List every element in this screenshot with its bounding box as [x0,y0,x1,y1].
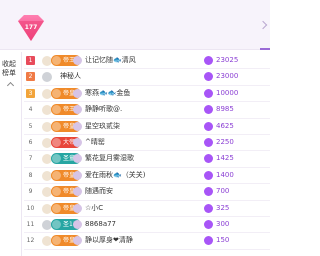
contribution-value: 23000 [204,71,238,82]
contribution-value: 8985 [204,104,234,115]
tab-underline [260,48,270,50]
user-avatar [73,219,82,229]
user-avatar [73,121,82,131]
user-name: 随遇而安 [85,187,113,196]
user-name: 繁花复月雾湿歌 [85,154,134,163]
user-name: ^晴罂 [85,137,105,146]
ranking-row[interactable]: 7 圣童 繁花复月雾湿歌 1425 [24,151,270,168]
contribution-value: 700 [204,186,229,197]
user-avatar [73,56,82,65]
ranking-row[interactable]: 4 帝王 静静听歌@. 8985 [24,102,270,119]
rank-number: 2 [26,72,35,82]
user-name: 让记忆随🐟清风 [85,56,136,64]
user-avatar [73,105,82,115]
user-name: 星空玖贰柒 [85,121,120,130]
chevron-right-icon[interactable] [258,20,268,30]
rank-number: 6 [26,137,35,147]
contribution-value: 1400 [204,170,234,181]
ranking-row[interactable]: 2 神秘人 23000 [24,69,270,86]
user-name: ☆小C [85,203,104,212]
ranking-row[interactable]: 6 大帝 ^晴罂 2250 [24,135,270,152]
user-avatar [73,88,82,98]
user-name: 8868a77 [85,219,117,228]
top-bar: 177 [0,0,270,50]
contribution-value: 10000 [204,88,238,99]
rank-number: 10 [26,203,35,213]
ranking-row[interactable]: 3 帝皇 寒燕🐟🐟金鱼 10000 [24,86,270,103]
ranking-row[interactable]: 8 帝皇 爱在雨秋🐟（关关) 1400 [24,168,270,185]
rank-number: 11 [26,219,35,229]
ranking-row[interactable]: 5 帝皇 星空玖贰柒 4625 [24,119,270,135]
ranking-row[interactable]: 9 帝皇 随遇而安 700 [24,184,270,201]
user-avatar [73,137,82,147]
contribution-value: 150 [204,235,229,246]
user-name: 寒燕🐟🐟金鱼 [85,88,131,97]
user-name: 静以厚身❤清静 [85,236,133,245]
rank-number: 4 [26,105,35,115]
user-name: 静静听歌@. [85,105,123,114]
contribution-value: 2250 [204,137,234,148]
collapse-ranking-button[interactable]: 收起榜单 [2,60,22,78]
rank-number: 5 [26,121,35,131]
ranking-row[interactable]: 11 圣11 8868a77 300 [24,217,270,234]
user-avatar [73,187,82,197]
user-avatar [73,236,82,246]
ranking-list: 1 帝王 让记忆随🐟清风 23025 2 神秘人 23000 3 帝皇 寒燕🐟🐟… [24,53,270,250]
contribution-value: 1425 [204,153,234,164]
user-avatar [73,170,82,180]
user-name: 神秘人 [60,72,81,81]
rank-number: 1 [26,56,35,65]
contribution-value: 4625 [204,121,234,132]
user-avatar [73,154,82,164]
rank-number: 7 [26,154,35,164]
chevron-up-icon[interactable] [6,81,15,90]
rank-number: 8 [26,170,35,180]
ranking-row[interactable]: 10 帝皇 ☆小C 325 [24,201,270,217]
avatar [42,72,52,83]
rank-number: 9 [26,187,35,197]
contribution-value: 23025 [204,55,238,66]
user-avatar [73,203,82,213]
contribution-value: 325 [204,203,229,214]
rank-number: 12 [26,236,35,246]
rank-number: 3 [26,88,35,98]
ranking-row[interactable]: 12 帝皇 静以厚身❤清静 150 [24,233,270,250]
user-name: 爱在雨秋🐟（关关) [85,170,146,179]
ranking-row[interactable]: 1 帝王 让记忆随🐟清风 23025 [24,53,270,70]
contribution-value: 300 [204,219,229,230]
sidebar: 收起榜单 [0,52,22,256]
diamond-gem-icon [18,15,44,41]
